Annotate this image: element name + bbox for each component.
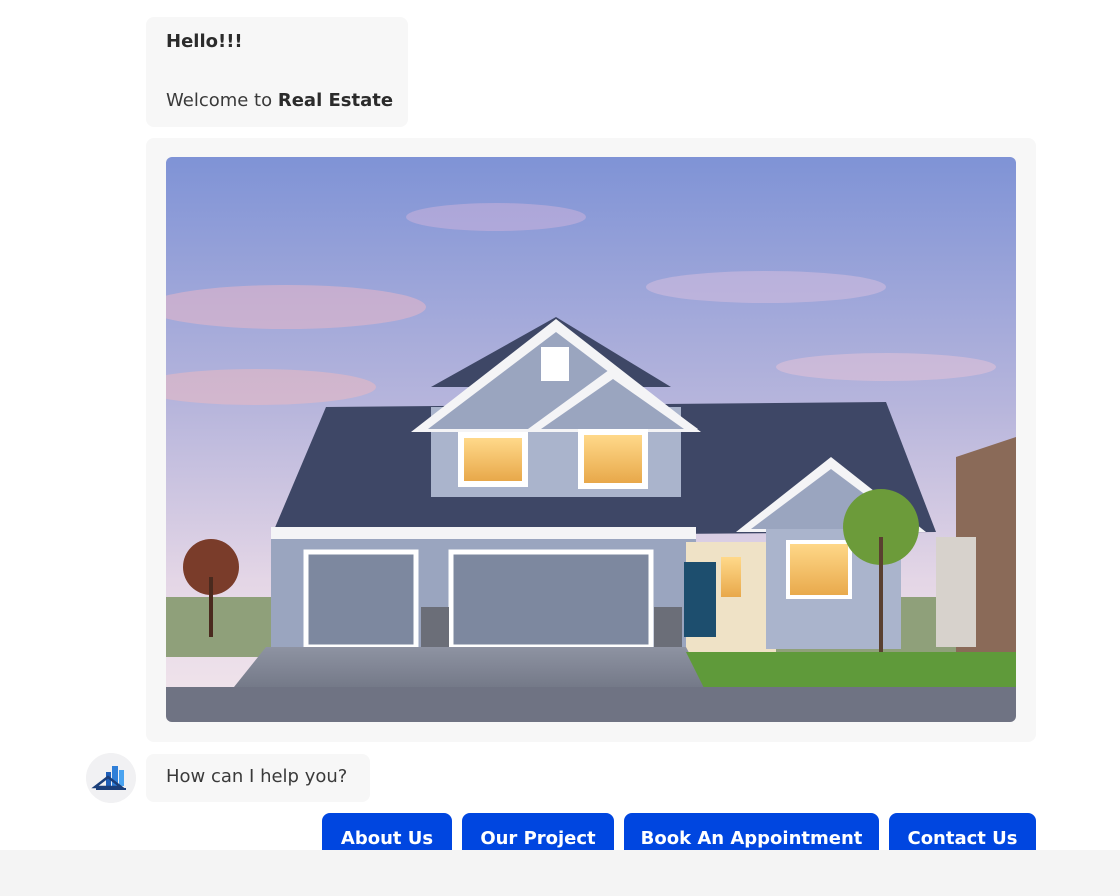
image-message	[146, 138, 1036, 742]
question-message: How can I help you?	[146, 754, 370, 802]
contact-us-button[interactable]: Contact Us	[889, 813, 1036, 850]
brand-name: Real Estate	[277, 90, 394, 111]
welcome-message: Hello!!! Welcome to Real Estate	[146, 17, 408, 127]
chat-footer-bar	[0, 850, 1120, 896]
about-us-button[interactable]: About Us	[322, 813, 452, 850]
our-project-button[interactable]: Our Project	[462, 813, 614, 850]
hello-text: Hello!!!	[166, 31, 243, 52]
building-logo-icon	[86, 753, 136, 803]
chat-area: Hello!!! Welcome to Real Estate How can …	[0, 0, 1120, 850]
book-appointment-button[interactable]: Book An Appointment	[624, 813, 879, 850]
welcome-prefix: Welcome to	[166, 90, 278, 111]
question-text: How can I help you?	[166, 766, 348, 787]
house-photo	[166, 157, 1016, 722]
bot-avatar	[86, 753, 136, 803]
welcome-text: Welcome to Real Estate	[166, 90, 393, 111]
